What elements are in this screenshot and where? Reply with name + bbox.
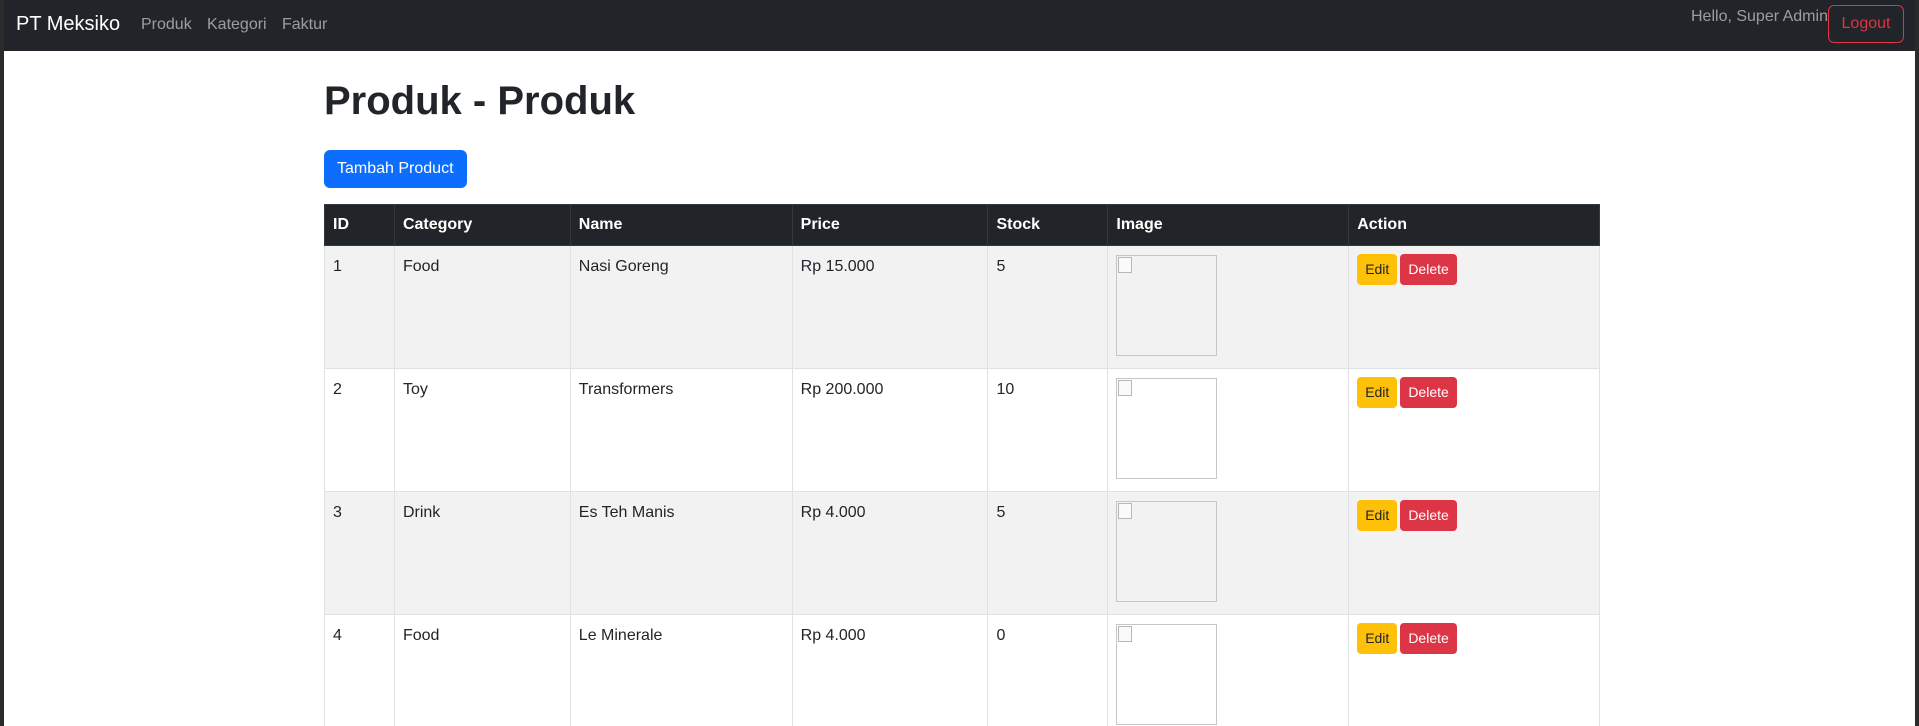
add-product-button[interactable]: Tambah Product <box>324 150 467 188</box>
cell-id: 1 <box>324 245 395 369</box>
table-header-row: ID Category Name Price Stock Image Actio… <box>324 204 1600 246</box>
cell-price: Rp 15.000 <box>791 245 989 369</box>
main-content: Produk - Produk Tambah Product ID Catego… <box>324 51 1600 726</box>
table-row: 3 Drink Es Teh Manis Rp 4.000 5 Edit Dele… <box>324 491 1600 615</box>
page-title: Produk - Produk <box>324 79 636 123</box>
navbar-brand[interactable]: PT Meksiko <box>16 13 120 36</box>
cell-stock: 5 <box>987 491 1109 615</box>
top-navbar: PT Meksiko Produk Kategori Faktur Hello,… <box>4 0 1915 51</box>
column-header-category: Category <box>393 204 571 246</box>
cell-action: Edit Delete <box>1348 491 1600 615</box>
cell-price: Rp 4.000 <box>791 614 989 726</box>
cell-category: Food <box>393 614 571 726</box>
delete-button[interactable]: Delete <box>1400 623 1457 654</box>
cell-image <box>1107 491 1350 615</box>
delete-button[interactable]: Delete <box>1400 254 1457 285</box>
cell-id: 3 <box>324 491 395 615</box>
cell-stock: 0 <box>987 614 1109 726</box>
nav-link-faktur[interactable]: Faktur <box>282 16 327 34</box>
cell-stock: 5 <box>987 245 1109 369</box>
broken-image-icon <box>1118 626 1133 642</box>
cell-name: Es Teh Manis <box>569 491 793 615</box>
table-row: 4 Food Le Minerale Rp 4.000 0 Edit Delete <box>324 614 1600 726</box>
cell-action: Edit Delete <box>1348 614 1600 726</box>
cell-price: Rp 200.000 <box>791 368 989 492</box>
column-header-image: Image <box>1107 204 1350 246</box>
nav-link-produk[interactable]: Produk <box>141 16 192 34</box>
column-header-price: Price <box>791 204 989 246</box>
edit-button[interactable]: Edit <box>1357 254 1398 285</box>
cell-price: Rp 4.000 <box>791 491 989 615</box>
cell-name: Nasi Goreng <box>569 245 793 369</box>
cell-image <box>1107 368 1350 492</box>
cell-image <box>1107 245 1350 369</box>
user-greeting: Hello, Super Admin <box>1691 8 1828 25</box>
edit-button[interactable]: Edit <box>1357 623 1398 654</box>
product-image <box>1116 378 1218 479</box>
product-image <box>1116 624 1218 725</box>
cell-id: 2 <box>324 368 395 492</box>
broken-image-icon <box>1118 380 1133 396</box>
column-header-id: ID <box>324 204 395 246</box>
browser-viewport: PT Meksiko Produk Kategori Faktur Hello,… <box>4 0 1915 726</box>
cell-stock: 10 <box>987 368 1109 492</box>
cell-category: Food <box>393 245 571 369</box>
product-image <box>1116 255 1218 356</box>
cell-image <box>1107 614 1350 726</box>
cell-id: 4 <box>324 614 395 726</box>
column-header-action: Action <box>1348 204 1600 246</box>
logout-button[interactable]: Logout <box>1828 5 1904 43</box>
cell-category: Toy <box>393 368 571 492</box>
products-table: ID Category Name Price Stock Image Actio… <box>324 204 1600 726</box>
cell-category: Drink <box>393 491 571 615</box>
table-row: 1 Food Nasi Goreng Rp 15.000 5 Edit Delet… <box>324 245 1600 369</box>
cell-name: Le Minerale <box>569 614 793 726</box>
delete-button[interactable]: Delete <box>1400 500 1457 531</box>
cell-action: Edit Delete <box>1348 368 1600 492</box>
delete-button[interactable]: Delete <box>1400 377 1457 408</box>
cell-action: Edit Delete <box>1348 245 1600 369</box>
product-image <box>1116 501 1218 602</box>
broken-image-icon <box>1118 257 1133 273</box>
column-header-stock: Stock <box>987 204 1109 246</box>
edit-button[interactable]: Edit <box>1357 377 1398 408</box>
broken-image-icon <box>1118 503 1133 519</box>
table-row: 2 Toy Transformers Rp 200.000 10 Edit Del… <box>324 368 1600 492</box>
cell-name: Transformers <box>569 368 793 492</box>
nav-link-kategori[interactable]: Kategori <box>207 16 267 34</box>
column-header-name: Name <box>569 204 793 246</box>
edit-button[interactable]: Edit <box>1357 500 1398 531</box>
